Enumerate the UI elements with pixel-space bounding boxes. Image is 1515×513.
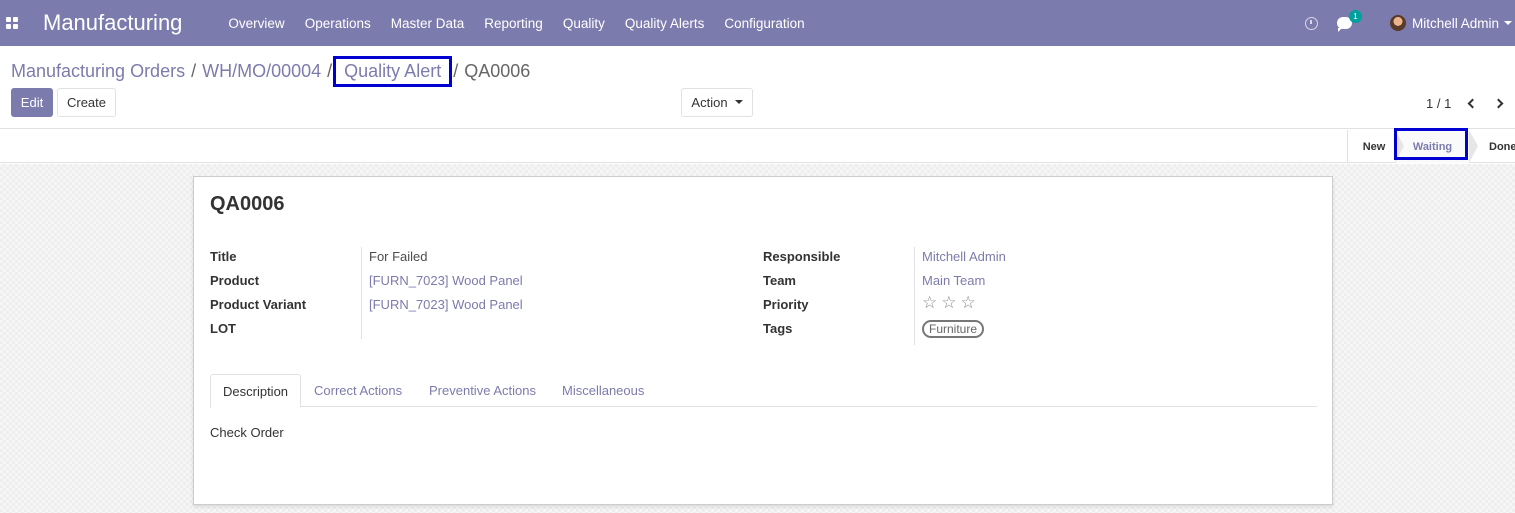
menu-overview[interactable]: Overview	[228, 16, 284, 31]
tab-description[interactable]: Description	[210, 374, 302, 408]
menu-configuration[interactable]: Configuration	[724, 16, 804, 31]
form-statusbar: New Waiting Done	[0, 130, 1515, 163]
pager-previous-button[interactable]	[1464, 96, 1480, 110]
breadcrumb-manufacturing-orders[interactable]: Manufacturing Orders	[11, 61, 185, 82]
team-label: Team	[763, 273, 796, 288]
star-icon[interactable]: ☆	[922, 294, 937, 311]
avatar[interactable]	[1389, 15, 1406, 31]
chat-count-badge: 1	[1348, 10, 1362, 23]
product-link[interactable]: [FURN_7023] Wood Panel	[369, 273, 523, 288]
tab-miscellaneous[interactable]: Miscellaneous	[562, 374, 644, 407]
chat-icon[interactable]: 1	[1336, 10, 1362, 32]
notebook-tabs: Description Correct Actions Preventive A…	[210, 374, 1317, 408]
chevron-left-icon	[1467, 98, 1477, 108]
priority-label: Priority	[763, 297, 809, 312]
field-divider	[361, 247, 362, 339]
edit-button[interactable]: Edit	[11, 88, 53, 117]
product-variant-label: Product Variant	[210, 297, 307, 312]
title-value: For Failed	[369, 249, 428, 264]
menu-quality[interactable]: Quality	[563, 16, 605, 31]
create-button[interactable]: Create	[57, 88, 116, 117]
form-sheet: QA0006 Title Product Product Variant LOT…	[193, 176, 1333, 505]
tags-label: Tags	[763, 321, 793, 336]
priority-stars: ☆ ☆ ☆	[922, 294, 980, 311]
stage-pipeline: New Waiting Done	[1347, 130, 1515, 163]
tab-correct-actions[interactable]: Correct Actions	[314, 374, 402, 407]
stage-done[interactable]: Done	[1469, 130, 1515, 163]
user-menu[interactable]: Mitchell Admin	[1412, 16, 1499, 31]
chevron-down-icon[interactable]	[1504, 21, 1512, 25]
breadcrumb-separator: /	[191, 61, 197, 81]
pager-next-button[interactable]	[1490, 96, 1506, 110]
breadcrumb-mo[interactable]: WH/MO/00004	[202, 61, 321, 82]
main-menu: Overview Operations Master Data Reportin…	[228, 16, 824, 31]
breadcrumb-current: QA0006	[464, 61, 531, 81]
menu-quality-alerts[interactable]: Quality Alerts	[625, 16, 705, 31]
breadcrumb-quality-alert[interactable]: Quality Alert	[333, 56, 453, 87]
field-divider	[914, 247, 915, 345]
responsible-label: Responsible	[763, 249, 841, 264]
stage-new[interactable]: New	[1348, 130, 1396, 163]
team-link[interactable]: Main Team	[922, 273, 985, 288]
product-variant-link[interactable]: [FURN_7023] Wood Panel	[369, 297, 523, 312]
control-panel: Manufacturing Orders / WH/MO/00004 / Qua…	[0, 46, 1515, 129]
lot-label: LOT	[210, 321, 236, 336]
star-icon[interactable]: ☆	[961, 294, 976, 311]
stage-waiting[interactable]: Waiting	[1395, 130, 1469, 163]
record-name: QA0006	[210, 193, 285, 215]
menu-reporting[interactable]: Reporting	[484, 16, 543, 31]
action-dropdown[interactable]: Action	[681, 88, 753, 117]
title-label: Title	[210, 249, 237, 264]
activity-clock-icon[interactable]	[1304, 16, 1318, 30]
star-icon[interactable]: ☆	[941, 294, 956, 311]
breadcrumb-separator: /	[327, 61, 333, 81]
product-label: Product	[210, 273, 260, 288]
app-name[interactable]: Manufacturing	[43, 10, 182, 36]
chevron-right-icon	[1493, 98, 1503, 108]
menu-operations[interactable]: Operations	[305, 16, 371, 31]
breadcrumb: Manufacturing Orders / WH/MO/00004 / Qua…	[11, 56, 531, 87]
caret-down-icon	[734, 100, 743, 104]
top-navbar: Manufacturing Overview Operations Master…	[0, 0, 1515, 46]
breadcrumb-separator: /	[453, 61, 459, 81]
pager-value[interactable]: 1 / 1	[1426, 96, 1451, 111]
responsible-link[interactable]: Mitchell Admin	[922, 249, 1006, 264]
navbar-systray: 1 Mitchell Admin	[1304, 0, 1515, 46]
action-label: Action	[691, 95, 728, 110]
menu-master-data[interactable]: Master Data	[391, 16, 465, 31]
tab-preventive-actions[interactable]: Preventive Actions	[429, 374, 536, 407]
apps-menu-icon[interactable]	[6, 17, 18, 29]
tag-furniture: Furniture	[922, 320, 985, 338]
description-content[interactable]: Check Order	[210, 425, 284, 440]
